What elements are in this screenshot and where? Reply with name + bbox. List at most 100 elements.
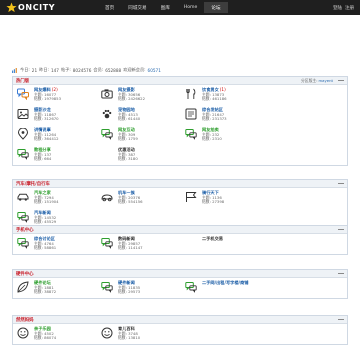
chat-icon[interactable] [101, 128, 113, 140]
forum-item[interactable]: 机车一族 主题: 20376 帖数: 554156 [97, 188, 181, 208]
forum-info: 骑行天下 主题: 1136 帖数: 27398 [202, 190, 224, 205]
forum-item[interactable]: 饮食男女(1) 主题: 13873 帖数: 461186 [181, 85, 265, 105]
bike-flag-icon[interactable] [185, 191, 197, 203]
section-title[interactable]: 汽车/摩托/自行车 [16, 181, 50, 187]
forum-grid: 综合讨论区 主题: 4764 帖数: 58861 数码新闻 主题: 29857 帖数: 1… [13, 234, 347, 254]
forum-item[interactable]: 综合讨论区 主题: 4764 帖数: 58861 [13, 234, 97, 254]
main-nav: 首页 同城交易 图库 Home 论坛 [98, 2, 228, 13]
members-label: 会员: [93, 67, 104, 72]
location-icon[interactable] [17, 127, 29, 140]
newest-member-link[interactable]: 60571 [148, 68, 161, 73]
section-header: 然然妈妈 [13, 316, 347, 324]
nav-gallery[interactable]: 图库 [154, 2, 177, 13]
section-title[interactable]: 然然妈妈 [16, 317, 34, 323]
posts-label: 帖数: [34, 245, 43, 251]
forum-item[interactable]: 亲子乐园 主题: 4502 帖数: 86074 [13, 324, 97, 344]
forum-grid: 汽车之家 主题: 7294 帖数: 151904 机车一族 主题: 20376 帖数: 5… [13, 188, 347, 228]
forum-icon-placeholder[interactable] [101, 148, 113, 160]
forum-item[interactable]: 教程分享 主题: 137 帖数: 664 [13, 145, 97, 165]
moderator-link[interactable]: mayent [318, 78, 333, 83]
forum-item[interactable]: 硬件论坛 主题: 1881 帖数: 38872 [13, 278, 97, 298]
forum-item[interactable]: 网友互动 主题: 309 帖数: 1759 [97, 125, 181, 145]
site-logo[interactable]: ONCITY [6, 2, 55, 13]
posts-stat: 帖数: 29573 [118, 289, 140, 295]
posts-stat: 帖数: 38872 [34, 289, 56, 295]
forum-item[interactable]: 讲情说事 主题: 11264 帖数: 364412 [13, 125, 97, 145]
forum-item[interactable]: 二手网/出租/写字楼/商铺 [181, 278, 265, 298]
collapse-icon[interactable] [338, 229, 344, 230]
bubbles-icon[interactable] [17, 88, 29, 100]
posts-label: 帖数: [34, 96, 43, 102]
chat-icon[interactable] [17, 148, 29, 160]
moderator-label: 分区版主: [301, 77, 318, 83]
chat-icon[interactable] [185, 128, 197, 140]
collapse-icon[interactable] [338, 80, 344, 81]
forum-item[interactable]: 网友拍卖 主题: 232 帖数: 2310 [181, 125, 265, 145]
chat-icon[interactable] [17, 237, 29, 249]
forum-item[interactable]: 骑行天下 主题: 1136 帖数: 27398 [181, 188, 265, 208]
forum-info: 机车一族 主题: 20376 帖数: 554156 [118, 190, 143, 205]
chat-icon[interactable] [17, 211, 29, 223]
car-icon[interactable] [17, 191, 29, 203]
collapse-icon[interactable] [338, 319, 344, 320]
section-title[interactable]: 热门版 [16, 78, 29, 84]
posts-label: 帖数: [34, 156, 43, 162]
fork-knife-icon[interactable] [185, 88, 197, 100]
forum-item[interactable]: 摄影沙龙 主题: 11867 帖数: 312670 [13, 105, 97, 125]
forum-name-link[interactable]: 二手机交易 [202, 236, 223, 242]
forum-item[interactable]: 网友爆料(2) 主题: 16077 帖数: 1979853 [13, 85, 97, 105]
forum-item[interactable]: 汽车之家 主题: 7294 帖数: 151904 [13, 188, 97, 208]
paw-icon[interactable] [101, 108, 113, 120]
section-title[interactable]: 硬件中心 [16, 271, 34, 277]
nav-home[interactable]: Home [177, 2, 205, 13]
star-logo-icon [6, 2, 17, 13]
posts-count: 45529 [44, 219, 57, 225]
posts-label: 帖数: [202, 136, 211, 142]
forum-icon-placeholder[interactable] [185, 237, 197, 249]
forum-stats: 今日: 21 昨日: 147 帖子: 8024576 会员: 652888 欢迎… [12, 66, 348, 74]
forum-info: 网友摄影 主题: 30656 帖数: 2426622 [118, 87, 145, 102]
posts-stat: 帖数: 86074 [34, 335, 56, 341]
posts-stat: 帖数: 58861 [34, 245, 57, 251]
forum-item[interactable]: 宠物园地 主题: 4513 帖数: 61440 [97, 105, 181, 125]
forum-item[interactable]: 优惠活动 主题: 387 帖数: 3180 [97, 145, 181, 165]
collapse-icon[interactable] [338, 273, 344, 274]
smile-icon[interactable] [17, 327, 29, 339]
posts-stat: 帖数: 1759 [118, 136, 138, 142]
smile-icon[interactable] [101, 327, 113, 339]
forum-info: 综合发帖区 主题: 21647 帖数: 231373 [202, 107, 227, 122]
posts-count: 58861 [44, 245, 57, 251]
forum-item[interactable]: 网友摄影 主题: 30656 帖数: 2426622 [97, 85, 181, 105]
forum-item[interactable]: 综合发帖区 主题: 21647 帖数: 231373 [181, 105, 265, 125]
chat-icon[interactable] [101, 237, 113, 249]
forum-name-link[interactable]: 二手网/出租/写字楼/商铺 [202, 280, 248, 286]
posts-stat: 帖数: 231373 [202, 116, 227, 122]
forum-name: 二手机交易 [202, 236, 223, 241]
chat-icon[interactable] [185, 281, 197, 293]
login-link[interactable]: 登陆 [333, 5, 342, 11]
forum-info: 汽车之家 主题: 7294 帖数: 151904 [34, 190, 59, 205]
forum-info: 亲子乐园 主题: 4502 帖数: 86074 [34, 326, 56, 341]
nav-forum[interactable]: 论坛 [204, 2, 228, 13]
nav-trade[interactable]: 同城交易 [121, 2, 153, 13]
post-icon[interactable] [185, 108, 197, 120]
posts-count: 114147 [128, 245, 143, 251]
forum-item[interactable]: 数码新闻 主题: 29857 帖数: 114147 [97, 234, 181, 254]
section-title[interactable]: 手机中心 [16, 227, 34, 233]
nav-home-cn[interactable]: 首页 [98, 2, 121, 13]
collapse-icon[interactable] [338, 183, 344, 184]
posts-stat: 帖数: 664 [34, 156, 51, 162]
forum-item[interactable]: 育儿百科 主题: 3748 帖数: 13810 [97, 324, 181, 344]
forum-item[interactable]: 二手机交易 [181, 234, 265, 254]
leaf-icon[interactable] [17, 281, 29, 293]
posts-label: 帖数: [202, 116, 211, 122]
camera-icon[interactable] [101, 88, 113, 100]
register-link[interactable]: 注册 [345, 5, 354, 11]
forum-item[interactable]: 硬件新闻 主题: 11835 帖数: 29573 [97, 278, 181, 298]
photo-icon[interactable] [17, 108, 29, 120]
chat-icon[interactable] [101, 281, 113, 293]
posts-count: 2310 [212, 136, 222, 142]
forum-grid: 网友爆料(2) 主题: 16077 帖数: 1979853 网友摄影 主题: 30656… [13, 85, 347, 165]
motorbike-icon[interactable] [101, 191, 113, 203]
forum-section: 手机中心 综合讨论区 主题: 4764 帖数: 58861 数码新闻 主题: 29857 帖… [12, 225, 348, 255]
